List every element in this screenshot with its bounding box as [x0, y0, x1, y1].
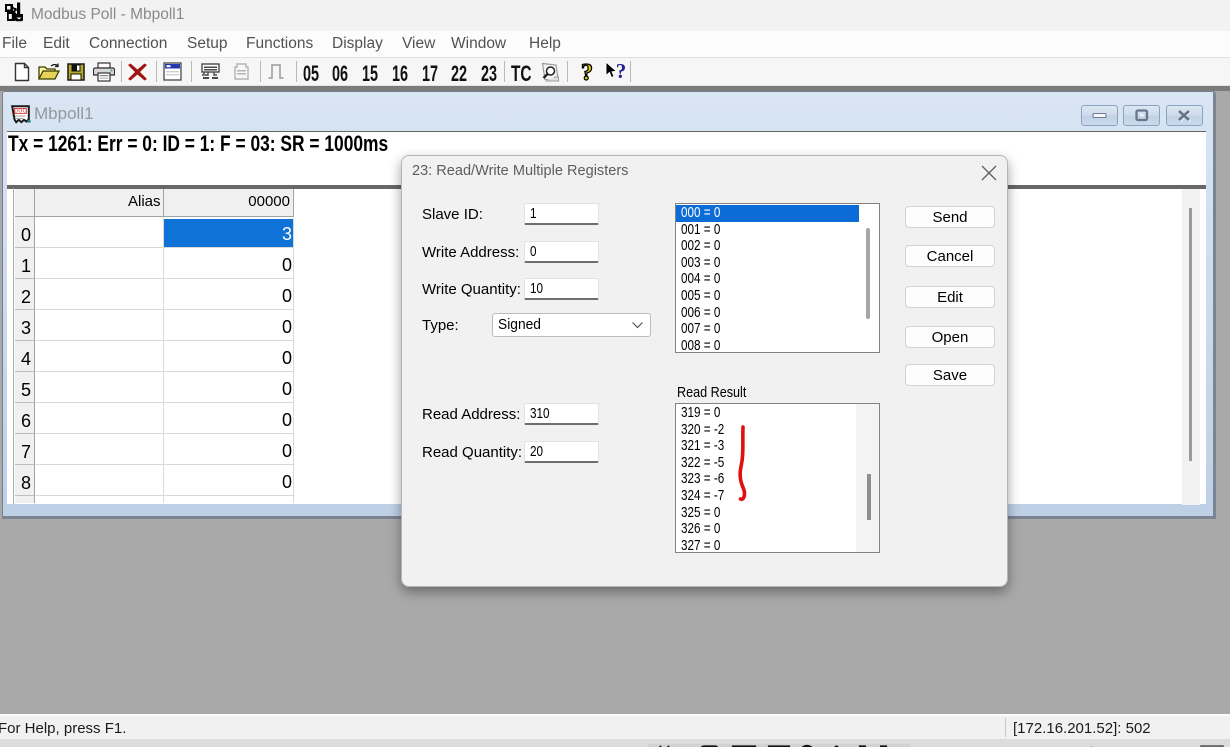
- svg-text:?: ?: [616, 61, 627, 83]
- svg-text:?: ?: [581, 61, 593, 84]
- svg-text:DOC: DOC: [14, 109, 26, 115]
